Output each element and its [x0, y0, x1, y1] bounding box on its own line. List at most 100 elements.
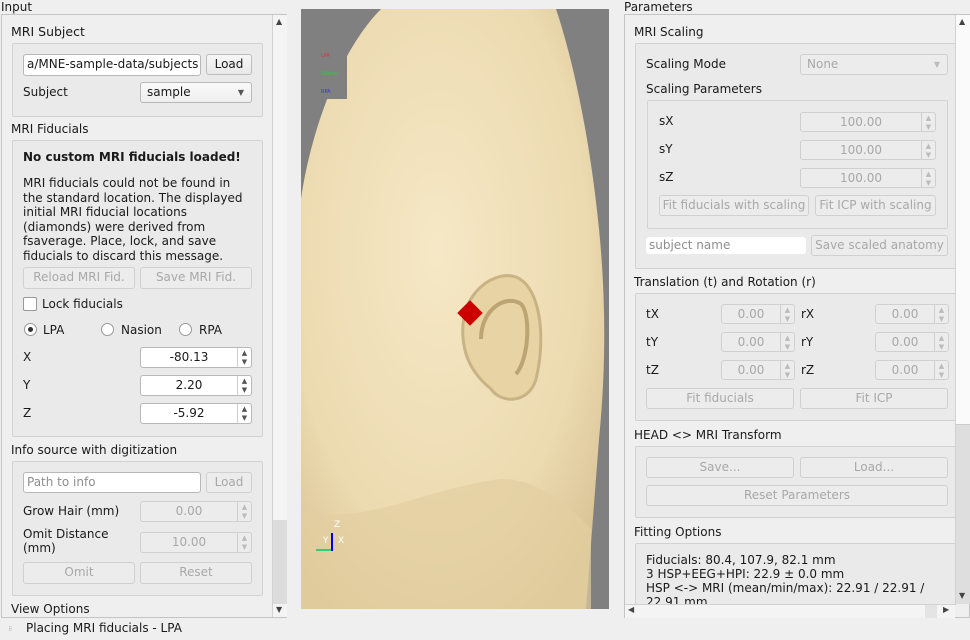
ry-label: rY [801, 335, 814, 349]
reset-parameters-button[interactable]: Reset Parameters [646, 485, 948, 506]
tx-label: tX [646, 307, 659, 321]
mri-scaling-title: MRI Scaling [634, 25, 704, 39]
axis-z-line [331, 533, 333, 551]
info-source-title: Info source with digitization [11, 443, 178, 457]
fit-fiducials-scaling-button[interactable]: Fit fiducials with scaling [659, 195, 809, 216]
omit-distance-unit: (mm) [23, 541, 56, 555]
spin-arrows-icon: ▲ ▼ [237, 348, 251, 367]
lock-fiducials-label: Lock fiducials [42, 297, 123, 311]
sx-spinbox[interactable]: 100.00 ▲ ▼ [800, 112, 936, 132]
scroll-up-icon: ▲ [959, 17, 966, 26]
chevron-down-icon: ▼ [933, 60, 940, 69]
radio-rpa[interactable] [179, 323, 192, 336]
head-mri-transform-title: HEAD <> MRI Transform [634, 428, 782, 442]
reset-button[interactable]: Reset [140, 562, 252, 584]
spin-arrows-icon: ▲ ▼ [934, 361, 948, 379]
fit-icp-button[interactable]: Fit ICP [800, 388, 948, 409]
fiducials-warning-text: MRI fiducials could not be found in the s… [23, 176, 243, 263]
ty-spinbox[interactable]: 0.00 ▲ ▼ [721, 332, 795, 352]
status-bar-text: Placing MRI fiducials - LPA [26, 621, 182, 635]
omit-distance-spinbox[interactable]: 10.00 ▲ ▼ [140, 532, 252, 553]
sy-spinbox[interactable]: 100.00 ▲ ▼ [800, 140, 936, 160]
rz-label: rZ [801, 363, 815, 377]
radio-lpa[interactable] [24, 323, 37, 336]
spin-arrows-icon: ▲ ▼ [921, 169, 935, 187]
fitting-options-title: Fitting Options [634, 525, 722, 539]
sy-label: sY [659, 142, 673, 156]
subject-select[interactable]: sample ▼ [140, 82, 252, 103]
sz-label: sZ [659, 170, 674, 184]
x-label: X [23, 350, 32, 364]
sx-label: sX [659, 114, 674, 128]
fiducials-warning-title: No custom MRI fiducials loaded! [23, 150, 241, 164]
reload-mri-fid-button[interactable]: Reload MRI Fid. [23, 267, 135, 289]
y-label: Y [23, 378, 31, 392]
spin-arrows-icon: ▲ ▼ [237, 404, 251, 423]
scaling-mode-select[interactable]: None ▼ [800, 54, 948, 75]
scrollbar-handle[interactable] [956, 15, 970, 425]
chevron-down-icon: ▼ [237, 88, 244, 97]
axis-x-label: X [338, 536, 345, 546]
scroll-down-icon: ▼ [959, 591, 966, 600]
grow-hair-spinbox[interactable]: 0.00 ▲ ▼ [140, 501, 252, 522]
spin-arrows-icon: ▲ ▼ [780, 305, 794, 323]
subject-label: Subject [23, 85, 68, 99]
spin-arrows-icon: ▲ ▼ [934, 305, 948, 323]
subjects-path-input[interactable]: a/MNE-sample-data/subjects [23, 54, 201, 76]
tx-spinbox[interactable]: 0.00 ▲ ▼ [721, 304, 795, 324]
rz-spinbox[interactable]: 0.00 ▲ ▼ [875, 360, 949, 380]
save-transform-button[interactable]: Save... [646, 457, 794, 478]
save-mri-fid-button[interactable]: Save MRI Fid. [140, 267, 252, 289]
fit-icp-scaling-button[interactable]: Fit ICP with scaling [815, 195, 936, 216]
tz-spinbox[interactable]: 0.00 ▲ ▼ [721, 360, 795, 380]
omit-button[interactable]: Omit [23, 562, 135, 584]
save-scaled-anatomy-button[interactable]: Save scaled anatomy [811, 235, 948, 256]
scaling-mode-label: Scaling Mode [646, 57, 726, 71]
lock-fiducials-checkbox[interactable] [23, 297, 37, 311]
load-transform-button[interactable]: Load... [800, 457, 948, 478]
y-spinbox[interactable]: 2.20 ▲ ▼ [140, 375, 252, 396]
grow-hair-label: Grow Hair (mm) [23, 504, 120, 518]
scroll-up-icon: ▲ [276, 17, 283, 26]
spin-arrows-icon: ▲ ▼ [237, 533, 251, 552]
fit-stats-text: Fiducials: 80.4, 107.9, 82.1 mm 3 HSP+EEG… [646, 553, 925, 605]
info-path-input[interactable]: Path to info [23, 472, 201, 493]
scroll-left-icon: ◀ [628, 605, 635, 614]
scrollbar-handle[interactable] [273, 520, 287, 604]
x-spinbox[interactable]: -80.13 ▲ ▼ [140, 347, 252, 368]
ty-label: tY [646, 335, 659, 349]
input-scrollbar[interactable]: ▲ ▼ [272, 15, 287, 617]
ry-spinbox[interactable]: 0.00 ▲ ▼ [875, 332, 949, 352]
spin-arrows-icon: ▲ ▼ [237, 376, 251, 395]
parameters-panel-title: Parameters [624, 0, 693, 14]
head-surface [301, 9, 605, 609]
subject-name-input[interactable]: subject name [646, 237, 806, 254]
scroll-down-icon: ▼ [276, 605, 283, 614]
input-panel-title: Input [1, 0, 33, 14]
rx-spinbox[interactable]: 0.00 ▲ ▼ [875, 304, 949, 324]
radio-rpa-label: RPA [199, 323, 223, 337]
radio-nasion[interactable] [101, 323, 114, 336]
fit-fiducials-button[interactable]: Fit fiducials [646, 388, 794, 409]
parameters-horizontal-scrollbar[interactable]: ◀ ▶ [625, 604, 955, 618]
load-subjects-button[interactable]: Load [206, 54, 252, 75]
scroll-right-icon: ▶ [943, 605, 950, 614]
z-spinbox[interactable]: -5.92 ▲ ▼ [140, 403, 252, 424]
resize-grip-icon: ⠿ [8, 626, 13, 633]
radio-lpa-label: LPA [43, 323, 65, 337]
parameters-panel: MRI Scaling Scaling Mode None ▼ Scaling P… [624, 14, 970, 618]
spin-arrows-icon: ▲ ▼ [921, 113, 935, 131]
subject-value: sample [147, 85, 191, 99]
input-panel: MRI Subject a/MNE-sample-data/subjects L… [1, 14, 287, 618]
legend-rpa: RPA [321, 89, 331, 95]
axis-z-label: Z [334, 520, 341, 530]
tz-label: tZ [646, 363, 659, 377]
spin-arrows-icon: ▲ ▼ [780, 361, 794, 379]
sz-spinbox[interactable]: 100.00 ▲ ▼ [800, 168, 936, 188]
3d-viewport[interactable]: LPA Nasion RPA Z Y X [301, 9, 609, 609]
parameters-vertical-scrollbar[interactable]: ▲ ▼ [955, 15, 970, 604]
load-info-button[interactable]: Load [206, 472, 252, 493]
spin-arrows-icon: ▲ ▼ [934, 333, 948, 351]
spin-arrows-icon: ▲ ▼ [921, 141, 935, 159]
radio-nasion-label: Nasion [121, 323, 162, 337]
